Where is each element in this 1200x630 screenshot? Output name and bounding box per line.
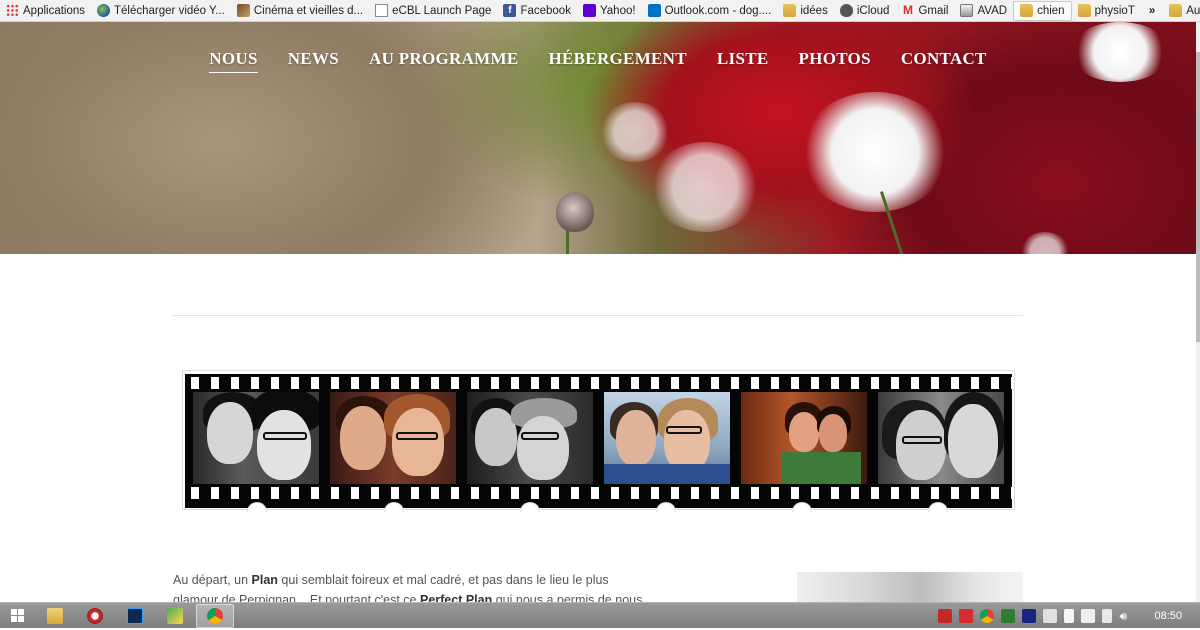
bookmark-label: Télécharger vidéo Y... xyxy=(114,4,225,17)
gallery-photo-6[interactable] xyxy=(878,392,1004,484)
bookmark-label: Cinéma et vieilles d... xyxy=(253,4,364,17)
bookmark-label: Autres favoris xyxy=(1186,4,1200,17)
bookmark-2[interactable]: Cinéma et vieilles d... xyxy=(231,1,369,21)
filmstrip-gallery xyxy=(185,374,1012,508)
chrome-tray-icon[interactable] xyxy=(980,608,995,623)
gallery-photo-2[interactable] xyxy=(330,392,456,484)
bookmark-11[interactable]: chien xyxy=(1013,0,1072,21)
bookmark-10[interactable]: AVAD xyxy=(954,1,1013,21)
nav-hebergement[interactable]: HÉBERGEMENT xyxy=(549,49,687,72)
sync-icon[interactable] xyxy=(1001,608,1016,623)
gallery-photo-3[interactable] xyxy=(467,392,593,484)
taskbar-explorer[interactable] xyxy=(36,604,74,628)
bookmark-label: Yahoo! xyxy=(599,4,636,17)
flag-icon[interactable] xyxy=(1043,608,1058,623)
nav-liste[interactable]: LISTE xyxy=(717,49,769,72)
folder-icon xyxy=(1169,4,1183,17)
bookmark-14[interactable]: Autres favoris xyxy=(1163,1,1200,21)
bookmark-label: idées xyxy=(800,4,828,17)
content-divider xyxy=(173,315,1023,316)
bookmark-3[interactable]: eCBL Launch Page xyxy=(369,1,497,21)
bookmark-6[interactable]: Outlook.com - dog.... xyxy=(642,1,778,21)
bookmark-5[interactable]: Yahoo! xyxy=(577,1,642,21)
bookmarks-bar: Applications Télécharger vidéo Y... Cinéma… xyxy=(0,0,1200,22)
acrobat-icon[interactable] xyxy=(959,608,974,623)
nav-nous[interactable]: NOUS xyxy=(209,49,258,73)
globe-icon xyxy=(97,4,111,17)
main-nav: NOUS NEWS AU PROGRAMME HÉBERGEMENT LISTE… xyxy=(0,22,1196,98)
gmail-icon: M xyxy=(902,3,913,17)
bookmark-label: Applications xyxy=(23,4,86,17)
usb-icon[interactable] xyxy=(1064,608,1075,623)
white-flower xyxy=(600,102,670,162)
bookmark-label: eCBL Launch Page xyxy=(392,4,492,17)
start-button[interactable] xyxy=(0,603,34,629)
bookmark-label: Outlook.com - dog.... xyxy=(664,4,772,17)
film-perforations-bottom xyxy=(185,487,1012,499)
app-icon xyxy=(87,607,103,624)
bookmark-label: AVAD xyxy=(977,4,1008,17)
nav-au-programme[interactable]: AU PROGRAMME xyxy=(369,49,519,72)
outlook-icon xyxy=(647,4,661,17)
bookmark-label: physioT xyxy=(1094,4,1135,17)
nav-photos[interactable]: PHOTOS xyxy=(799,49,871,72)
bookmark-13[interactable]: » xyxy=(1141,1,1163,21)
bookmark-label: Facebook xyxy=(520,4,571,17)
yahoo-icon xyxy=(582,4,596,17)
chrome-icon xyxy=(207,607,223,624)
photo-icon xyxy=(236,4,250,17)
bookmark-label: » xyxy=(1148,4,1156,17)
bookmark-label: iCloud xyxy=(856,4,890,17)
battery-icon[interactable] xyxy=(1102,608,1113,623)
bookmark-9[interactable]: M Gmail xyxy=(895,1,954,21)
bookmark-label: Gmail xyxy=(918,4,949,17)
scrollbar-thumb[interactable] xyxy=(1196,52,1200,342)
bookmark-7[interactable]: idées xyxy=(777,1,834,21)
taskbar-photoshop[interactable] xyxy=(116,604,154,628)
intro-text: Au départ, un xyxy=(173,573,252,587)
gallery-photo-1[interactable] xyxy=(193,392,319,484)
photoshop-icon xyxy=(127,607,143,624)
network-icon[interactable] xyxy=(1081,608,1096,623)
windows-taskbar: 🔊︎ 08:50 xyxy=(0,602,1200,628)
white-flower xyxy=(800,92,950,212)
apple-icon xyxy=(839,4,853,17)
bookmark-4[interactable]: f Facebook xyxy=(497,1,577,21)
page-icon xyxy=(375,4,389,17)
gallery-photo-5[interactable] xyxy=(741,392,867,484)
white-flower xyxy=(650,142,760,232)
volume-icon[interactable]: 🔊︎ xyxy=(1119,609,1133,623)
bookmark-0[interactable]: Applications xyxy=(0,1,91,21)
facebook-icon: f xyxy=(503,4,517,17)
bookmark-1[interactable]: Télécharger vidéo Y... xyxy=(91,1,231,21)
avad-icon xyxy=(960,4,974,17)
app-icon xyxy=(167,607,183,624)
flower-bud xyxy=(556,192,594,232)
save-icon[interactable] xyxy=(1022,608,1037,623)
taskbar-clock[interactable]: 08:50 xyxy=(1154,610,1182,622)
taskbar-app[interactable] xyxy=(76,604,114,628)
gallery-photo-4[interactable] xyxy=(604,392,730,484)
page-scrollbar[interactable] xyxy=(1196,22,1200,602)
white-flower xyxy=(1020,232,1070,254)
bookmark-12[interactable]: physioT xyxy=(1072,1,1141,21)
folder-icon xyxy=(1020,4,1034,17)
intro-bold-plan: Plan xyxy=(251,573,278,587)
folder-icon xyxy=(47,607,63,624)
bookmark-8[interactable]: iCloud xyxy=(834,1,896,21)
bookmark-label: chien xyxy=(1037,4,1065,17)
film-perforations-top xyxy=(185,377,1012,389)
folder-icon xyxy=(783,4,797,17)
taskbar-chrome[interactable] xyxy=(196,603,234,628)
windows-logo-icon xyxy=(10,609,24,622)
taskbar-app-2[interactable] xyxy=(156,604,194,628)
nav-news[interactable]: NEWS xyxy=(288,49,339,72)
folder-icon xyxy=(1077,4,1091,17)
antivirus-icon[interactable] xyxy=(938,608,953,623)
system-tray: 🔊︎ 08:50 xyxy=(938,608,1200,623)
nav-contact[interactable]: CONTACT xyxy=(901,49,987,72)
apps-grid-icon xyxy=(6,4,19,17)
